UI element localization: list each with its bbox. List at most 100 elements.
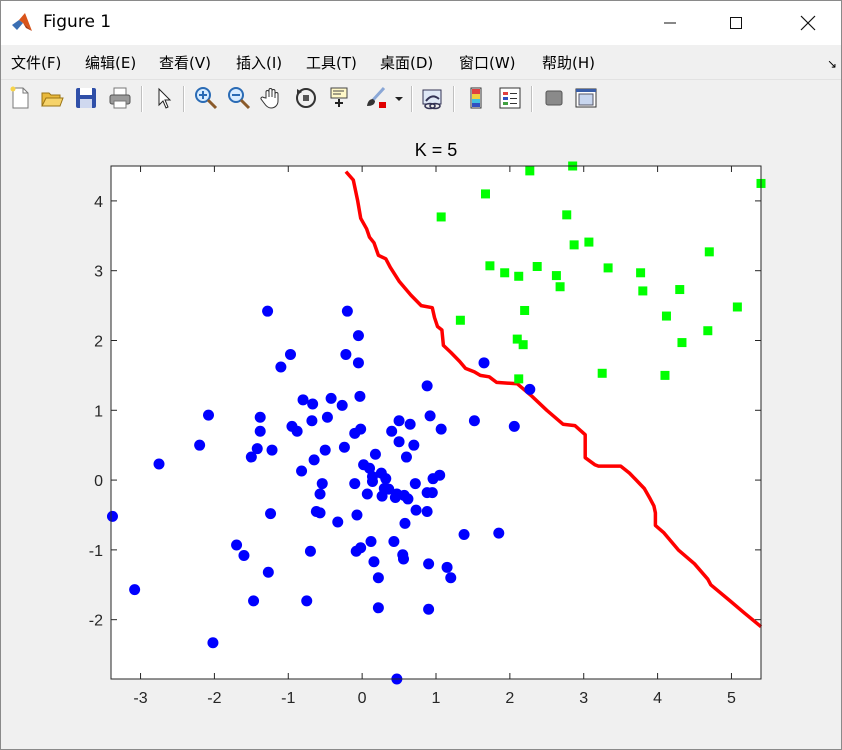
x-tick-label: 5 — [727, 690, 736, 707]
data-point — [551, 271, 561, 281]
menu-view[interactable]: 查看(V) — [159, 52, 211, 73]
x-tick-label: 1 — [432, 690, 441, 707]
data-point — [336, 399, 348, 411]
data-point — [441, 561, 453, 573]
link-plot-icon[interactable] — [419, 85, 445, 111]
data-point — [478, 357, 490, 369]
save-icon[interactable] — [73, 85, 99, 111]
data-point — [369, 448, 381, 460]
data-point — [480, 189, 490, 199]
x-tick-label: -2 — [207, 690, 221, 707]
data-point — [254, 411, 266, 423]
data-point — [597, 368, 607, 378]
data-point — [314, 488, 326, 500]
y-tick-label: -2 — [89, 613, 103, 630]
figure-window: Figure 1 文件(F) 编辑(E) 查看(V) 插入(I) 工具(T) 桌… — [0, 0, 842, 750]
data-point — [386, 425, 398, 437]
data-point — [153, 458, 165, 470]
close-icon — [800, 15, 816, 31]
data-point — [325, 392, 337, 404]
data-point — [408, 439, 420, 451]
data-point — [400, 451, 412, 463]
data-point — [254, 425, 266, 437]
data-point — [355, 542, 367, 554]
data-point — [525, 166, 535, 176]
data-point — [485, 261, 495, 271]
data-point — [603, 263, 613, 273]
new-figure-icon[interactable] — [7, 85, 33, 111]
brush-icon[interactable] — [363, 85, 389, 111]
data-point — [555, 282, 565, 292]
menu-insert[interactable]: 插入(I) — [236, 52, 282, 73]
data-point — [732, 302, 742, 312]
show-plot-tools-icon[interactable] — [573, 85, 599, 111]
data-point — [341, 305, 353, 317]
matlab-logo-icon — [12, 13, 32, 31]
data-point — [402, 493, 414, 505]
print-icon[interactable] — [107, 85, 133, 111]
data-point — [352, 357, 364, 369]
data-point — [372, 572, 384, 584]
data-point — [129, 584, 141, 596]
data-point — [306, 415, 318, 427]
edit-plot-arrow-icon[interactable] — [151, 85, 177, 111]
data-cursor-icon[interactable] — [327, 85, 353, 111]
data-point — [404, 418, 416, 430]
minimize-button[interactable] — [647, 1, 693, 45]
data-point — [338, 441, 350, 453]
data-point — [361, 488, 373, 500]
data-point — [304, 545, 316, 557]
dock-figure-icon[interactable]: ↘ — [827, 57, 837, 71]
data-point — [524, 383, 536, 395]
data-point — [365, 536, 377, 548]
data-point — [455, 315, 465, 325]
y-tick-label: 0 — [94, 473, 103, 490]
maximize-button[interactable] — [713, 1, 759, 45]
data-point — [203, 409, 214, 421]
menu-bar: 文件(F) 编辑(E) 查看(V) 插入(I) 工具(T) 桌面(D) 窗口(W… — [1, 45, 841, 77]
data-point — [518, 340, 528, 350]
pan-hand-icon[interactable] — [259, 85, 285, 111]
data-point — [262, 305, 274, 317]
data-point — [435, 423, 447, 435]
scatter-plot[interactable]: -3 -2 -1 0 1 2 3 4 5 -2 -1 0 1 2 3 4 K = 5 — [1, 118, 841, 749]
rotate-3d-icon[interactable] — [293, 85, 319, 111]
menu-file[interactable]: 文件(F) — [11, 52, 61, 73]
menu-tools[interactable]: 工具(T) — [306, 52, 357, 73]
data-point — [562, 210, 572, 220]
x-tick-label: -1 — [281, 690, 295, 707]
colorbar-icon[interactable] — [463, 85, 489, 111]
data-point — [508, 420, 520, 432]
data-point — [248, 595, 260, 607]
data-point — [393, 415, 405, 427]
x-tick-label: 3 — [579, 690, 588, 707]
open-file-icon[interactable] — [39, 85, 65, 111]
zoom-in-icon[interactable] — [193, 85, 219, 111]
data-point — [372, 602, 384, 614]
figure-canvas: -3 -2 -1 0 1 2 3 4 5 -2 -1 0 1 2 3 4 K = 5 — [1, 118, 841, 749]
menu-desktop[interactable]: 桌面(D) — [380, 52, 433, 73]
toolbar-separator — [141, 86, 143, 112]
legend-icon[interactable] — [497, 85, 523, 111]
data-point — [314, 507, 326, 519]
data-point — [409, 478, 421, 490]
data-point — [532, 262, 542, 272]
axes-background — [111, 166, 761, 679]
data-point — [291, 425, 303, 437]
data-point — [500, 268, 510, 278]
toolbar-separator — [411, 86, 413, 112]
menu-window[interactable]: 窗口(W) — [459, 52, 516, 73]
data-point — [380, 473, 392, 485]
data-point — [661, 311, 671, 321]
x-tick-label: 2 — [505, 690, 514, 707]
title-bar[interactable]: Figure 1 — [1, 1, 841, 45]
brush-dropdown-icon[interactable] — [393, 85, 405, 111]
menu-help[interactable]: 帮助(H) — [542, 52, 595, 73]
data-point — [423, 558, 435, 570]
menu-edit[interactable]: 编辑(E) — [85, 52, 136, 73]
data-point — [675, 285, 685, 295]
data-point — [410, 504, 422, 516]
hide-plot-tools-icon[interactable] — [541, 85, 567, 111]
close-button[interactable] — [785, 1, 831, 45]
zoom-out-icon[interactable] — [226, 85, 252, 111]
